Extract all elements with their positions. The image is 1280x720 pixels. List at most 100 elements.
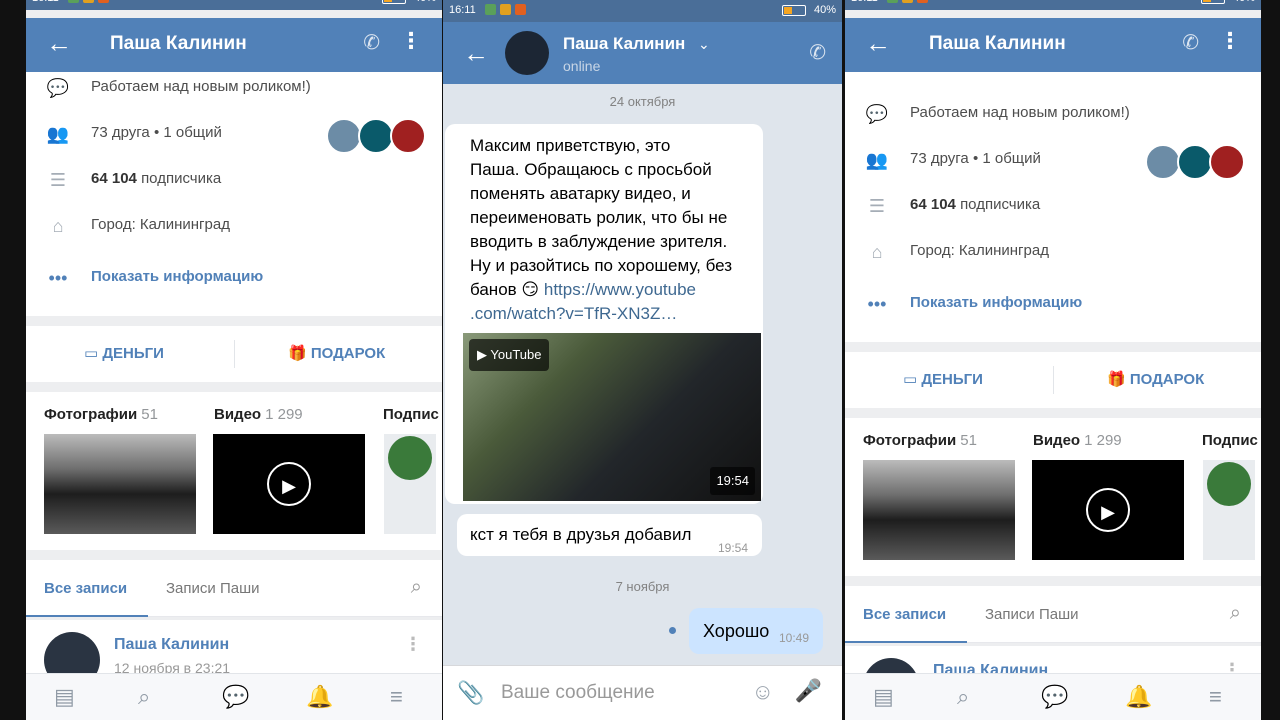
search-icon[interactable]: ⌕ — [138, 684, 150, 710]
menu-icon[interactable]: ≡ — [1209, 684, 1222, 710]
chevron-down-icon[interactable]: ⌄ — [698, 36, 710, 53]
tab-own-posts[interactable]: Записи Паши — [166, 580, 260, 597]
video-thumbnail[interactable]: ▶ — [213, 434, 365, 534]
message-input[interactable]: Ваше сообщение — [501, 682, 655, 704]
tab-own-posts[interactable]: Записи Паши — [985, 606, 1079, 623]
unread-dot — [669, 627, 676, 634]
messages-icon[interactable]: 💬 — [1041, 684, 1068, 710]
microphone-icon[interactable]: 🎤 — [795, 678, 822, 704]
notifications-icon[interactable]: 🔔 — [306, 684, 333, 710]
city-row: ⌂ Город: Калининград — [845, 232, 1261, 272]
page-title: Паша Калинин — [929, 33, 1066, 54]
status-text: Работаем над новым роликом!) — [91, 78, 311, 95]
back-arrow-icon[interactable]: ← — [463, 40, 489, 66]
photo-thumbnail[interactable] — [44, 434, 196, 534]
online-status: online — [563, 58, 601, 74]
wall-tabs: Все записи Записи Паши ⌕ — [845, 586, 1261, 643]
play-icon: ▶ — [1086, 488, 1130, 532]
back-arrow-icon[interactable]: ← — [865, 30, 891, 56]
gift-icon: 🎁 — [1107, 371, 1126, 388]
photos-header[interactable]: Фотографии 51 — [863, 432, 977, 449]
media-section: Фотографии 51 Видео 1 299 Подпис ▶ — [26, 392, 442, 550]
video-duration: 19:54 — [710, 467, 755, 495]
status-row: 💬 Работаем над новым роликом!) — [845, 94, 1261, 134]
subscriptions-header[interactable]: Подпис — [1202, 432, 1258, 449]
status-text: Работаем над новым роликом!) — [910, 104, 1130, 121]
status-bar: 16:11 40% — [443, 0, 842, 22]
videos-header[interactable]: Видео 1 299 — [1033, 432, 1122, 449]
friends-row[interactable]: 👥 73 друга • 1 общий — [845, 140, 1261, 180]
message-bubble-incoming[interactable]: кст я тебя в друзья добавил 19:54 — [457, 514, 762, 556]
notifications-icon[interactable]: 🔔 — [1125, 684, 1152, 710]
photo-thumbnail[interactable] — [863, 460, 1015, 560]
news-icon[interactable]: ▤ — [873, 684, 894, 710]
photos-header[interactable]: Фотографии 51 — [44, 406, 158, 423]
post-menu-icon[interactable]: ⋮ — [404, 634, 422, 655]
gift-button[interactable]: 🎁 ПОДАРОК — [288, 344, 385, 362]
status-row: 💬 Работаем над новым роликом!) — [26, 68, 442, 108]
messages-icon[interactable]: 💬 — [222, 684, 249, 710]
card-icon: ▭ — [84, 345, 99, 362]
subscription-thumbnail[interactable] — [384, 434, 436, 534]
date-separator: 7 ноября — [615, 579, 670, 594]
home-icon: ⌂ — [871, 242, 883, 262]
friends-icon: 👥 — [865, 150, 889, 170]
video-thumbnail[interactable]: ▶ — [1032, 460, 1184, 560]
menu-icon[interactable]: ≡ — [390, 684, 403, 710]
battery-icon — [381, 0, 406, 4]
message-bubble-incoming[interactable]: Максим приветствую, это Паша. Обращаюсь … — [445, 124, 763, 504]
friend-avatars[interactable] — [326, 118, 426, 154]
gift-button[interactable]: 🎁 ПОДАРОК — [1107, 370, 1204, 388]
followers-row[interactable]: ☰ 64 104 подписчика — [845, 186, 1261, 226]
search-icon[interactable]: ⌕ — [411, 576, 422, 599]
phone-icon[interactable]: ✆ — [809, 40, 826, 65]
profile-screen-right: 16:11 40% ← Паша Калинин ✆ ⋮ 💬 Работаем н… — [845, 0, 1261, 720]
videos-header[interactable]: Видео 1 299 — [214, 406, 303, 423]
subscription-thumbnail[interactable] — [1203, 460, 1255, 560]
friend-avatars[interactable] — [1145, 144, 1245, 180]
chat-header: ← Паша Калинин ⌄ online ✆ — [443, 22, 842, 84]
tab-all-posts[interactable]: Все записи — [863, 606, 946, 623]
more-menu-icon[interactable]: ⋮ — [400, 28, 422, 54]
emoji-icon[interactable]: ☺ — [752, 679, 774, 705]
status-time: 16:11 — [449, 4, 476, 16]
profile-header: ← Паша Калинин ✆ ⋮ — [26, 18, 442, 72]
bottom-navigation: ▤ ⌕ 💬 🔔 ≡ — [26, 673, 442, 720]
followers-row[interactable]: ☰ 64 104 подписчика — [26, 160, 442, 200]
show-info-link[interactable]: Показать информацию — [91, 268, 263, 285]
youtube-preview[interactable]: ▶ YouTube 19:54 — [463, 333, 761, 501]
search-icon[interactable]: ⌕ — [1230, 602, 1241, 625]
play-icon: ▶ — [267, 462, 311, 506]
news-icon[interactable]: ▤ — [54, 684, 75, 710]
chat-title[interactable]: Паша Калинин — [563, 34, 685, 54]
followers-text: 64 104 подписчика — [910, 196, 1041, 213]
show-info-row[interactable]: ••• Показать информацию — [26, 258, 442, 298]
paperclip-icon[interactable]: 📎 — [457, 680, 484, 706]
more-menu-icon[interactable]: ⋮ — [1219, 28, 1241, 54]
phone-icon[interactable]: ✆ — [363, 30, 380, 55]
friends-row[interactable]: 👥 73 друга • 1 общий — [26, 114, 442, 154]
youtube-link-cont[interactable]: .com/watch?v=TfR-XN3Z… — [470, 302, 760, 326]
phone-icon[interactable]: ✆ — [1182, 30, 1199, 55]
actions-bar: ▭ ДЕНЬГИ 🎁 ПОДАРОК — [26, 326, 442, 382]
speech-bubble-icon: 💬 — [46, 78, 70, 98]
media-section: Фотографии 51 Видео 1 299 Подпис ▶ — [845, 418, 1261, 576]
date-separator: 24 октября — [609, 94, 676, 109]
tab-all-posts[interactable]: Все записи — [44, 580, 127, 597]
dots-icon: ••• — [48, 268, 68, 288]
avatar[interactable] — [505, 31, 549, 75]
city-text: Город: Калининград — [910, 242, 1049, 259]
dots-icon: ••• — [867, 294, 887, 314]
post-author[interactable]: Паша Калинин — [114, 636, 229, 654]
money-button[interactable]: ▭ ДЕНЬГИ — [903, 370, 983, 388]
search-icon[interactable]: ⌕ — [957, 684, 969, 710]
money-button[interactable]: ▭ ДЕНЬГИ — [84, 344, 164, 362]
subscriptions-header[interactable]: Подпис — [383, 406, 439, 423]
show-info-link[interactable]: Показать информацию — [910, 294, 1082, 311]
status-time: 16:11 — [32, 0, 59, 4]
show-info-row[interactable]: ••• Показать информацию — [845, 284, 1261, 324]
back-arrow-icon[interactable]: ← — [46, 30, 72, 56]
battery-level: 40% — [414, 0, 436, 4]
youtube-link[interactable]: https://www.youtube — [544, 280, 696, 299]
message-bubble-outgoing[interactable]: Хорошо 10:49 — [689, 608, 823, 654]
